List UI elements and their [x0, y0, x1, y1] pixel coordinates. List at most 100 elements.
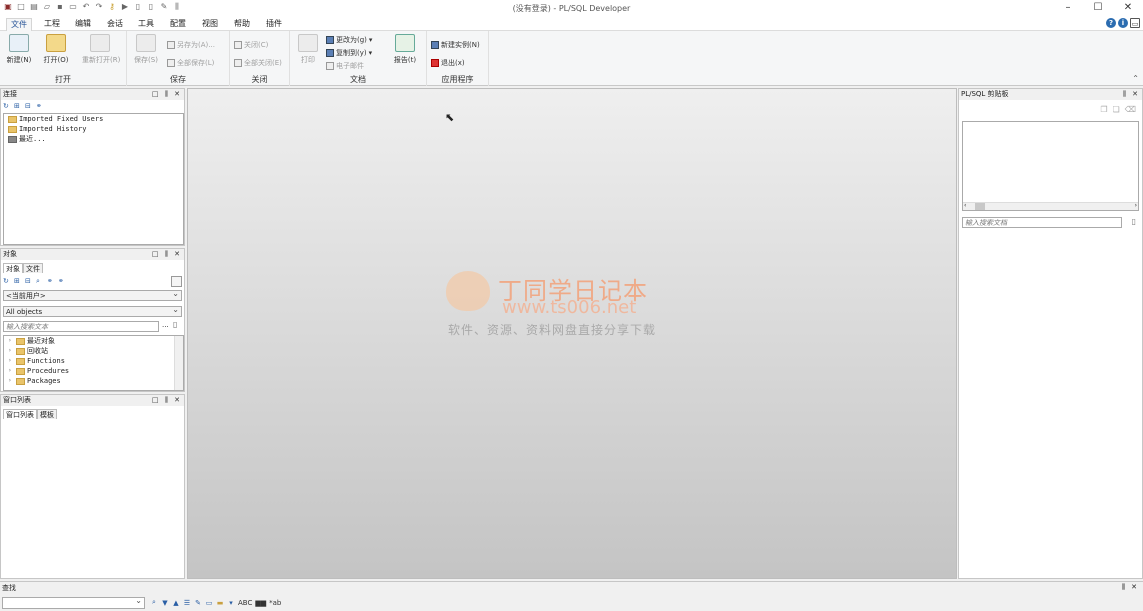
find-input[interactable] [2, 596, 145, 609]
dropdown-arrow-icon: ▾ [368, 36, 373, 44]
regex-icon[interactable]: *ab [269, 599, 281, 607]
clipboard-list[interactable]: ‹ › [962, 121, 1139, 211]
new-button[interactable]: 新建(N) [4, 34, 34, 65]
copy-icon[interactable]: ❐ [1100, 105, 1107, 114]
clipboard-hscrollbar[interactable]: ‹ › [963, 202, 1138, 210]
maximize-button[interactable]: ☐ [1083, 0, 1113, 16]
binoculars-icon[interactable]: ⌕ [150, 598, 158, 607]
clear-icon[interactable]: ⌫ [1125, 105, 1136, 114]
panel-controls[interactable]: □ ⫼ ✕ [152, 395, 182, 406]
object-search-input[interactable]: 输入搜索文本 [3, 321, 159, 332]
objects-scrollbar[interactable] [174, 336, 183, 390]
tab-view[interactable]: 视图 [198, 18, 222, 31]
tab-tools[interactable]: 工具 [134, 18, 158, 31]
collapse-icon[interactable]: ⊟ [25, 102, 33, 110]
expand-icon[interactable]: ⊞ [14, 102, 22, 110]
filter-checkbox[interactable] [171, 276, 182, 287]
window-controls: – ☐ ✕ [1053, 0, 1143, 16]
refresh-icon[interactable]: ↻ [3, 102, 11, 110]
tab-configure[interactable]: 配置 [166, 18, 190, 31]
highlight-icon[interactable]: ✎ [194, 599, 202, 607]
refresh-icon[interactable]: ↻ [3, 277, 11, 285]
tab-files[interactable]: 文件 [23, 263, 43, 273]
exit-button[interactable]: 退出(x) [431, 58, 465, 68]
ribbon-tabs: 文件 工程 编辑 会话 工具 配置 视图 帮助 插件 ? i ▭ [0, 16, 1143, 31]
tab-project[interactable]: 工程 [40, 18, 64, 31]
close-doc-button[interactable]: 关闭(C) [234, 40, 268, 50]
panel-controls[interactable]: □ ⫼ ✕ [152, 89, 182, 100]
window-icon[interactable]: ▭ [205, 599, 213, 607]
folder-icon [16, 377, 25, 385]
minimize-button[interactable]: – [1053, 0, 1083, 16]
collapse-icon[interactable]: ⊟ [25, 277, 33, 285]
tree-item[interactable]: Imported Fixed Users [4, 114, 183, 124]
collapse-ribbon-icon[interactable]: ⌃ [1132, 74, 1139, 83]
scroll-left-icon[interactable]: ‹ [964, 202, 966, 209]
clipboard-search-input[interactable]: 输入搜索文档 [962, 217, 1122, 228]
reopen-button[interactable]: 重新打开(R) [82, 34, 120, 65]
open-button[interactable]: 打开(O) [41, 34, 71, 65]
tree-item[interactable]: › 回收站 [4, 346, 183, 356]
copy-to-icon [326, 49, 334, 57]
link-icon[interactable]: ⚭ [47, 277, 55, 285]
tree-item[interactable]: › Packages [4, 376, 183, 386]
find-icon[interactable]: ⌕ [36, 277, 44, 285]
objects-title: 对象 [3, 250, 17, 258]
connect-icon[interactable]: ⚭ [36, 102, 44, 110]
scroll-right-icon[interactable]: › [1135, 202, 1137, 209]
tree-item[interactable]: › 最近对象 [4, 336, 183, 346]
find-previous-icon[interactable]: ▲ [172, 599, 180, 607]
object-type-select[interactable]: All objects [3, 305, 182, 317]
tab-session[interactable]: 会话 [103, 18, 127, 31]
find-next-icon[interactable]: ▼ [161, 599, 169, 607]
mouse-cursor-icon: ⬉ [445, 111, 455, 124]
connections-tree: Imported Fixed Users Imported History 最近… [3, 113, 184, 245]
panel-controls[interactable]: ⫼ ✕ [1122, 583, 1139, 592]
folder-icon[interactable]: ▬ [216, 599, 224, 607]
window-list-subtabs: 窗口列表 模板 [3, 409, 57, 419]
tab-objects[interactable]: 对象 [3, 263, 23, 273]
more-button[interactable]: ... [162, 321, 169, 329]
paste-icon[interactable]: ❏ [1113, 105, 1120, 114]
connections-toolbar: ↻ ⊞ ⊟ ⚭ [3, 102, 44, 110]
print-button[interactable]: 打印 [293, 34, 323, 65]
panel-controls[interactable]: □ ⫼ ✕ [152, 249, 182, 260]
tab-plugins[interactable]: 插件 [262, 18, 286, 31]
list-icon[interactable]: ☰ [183, 599, 191, 607]
restore-ribbon-icon[interactable]: ▭ [1130, 18, 1140, 28]
save-all-button[interactable]: 全部保存(L) [167, 58, 214, 68]
email-button[interactable]: 电子邮件 [326, 61, 364, 71]
close-all-button[interactable]: 全部关闭(E) [234, 58, 282, 68]
new-doc-icon[interactable]: ▯ [1132, 217, 1136, 226]
tab-templates[interactable]: 模板 [37, 409, 57, 419]
folder-icon [16, 367, 25, 375]
link2-icon[interactable]: ⚭ [58, 277, 66, 285]
expand-icon[interactable]: ⊞ [14, 277, 22, 285]
panel-controls[interactable]: ⫼ ✕ [1123, 89, 1140, 100]
dropdown-arrow-icon[interactable]: ▾ [227, 599, 235, 607]
close-button[interactable]: ✕ [1113, 0, 1143, 16]
main-workspace[interactable]: 丁同学日记本 www.ts006.net 软件、资源、资料网盘直接分享下载 ⬉ [187, 88, 957, 579]
tab-edit[interactable]: 编辑 [71, 18, 95, 31]
tab-file[interactable]: 文件 [6, 18, 32, 31]
new-instance-button[interactable]: 新建实例(N) [431, 40, 480, 50]
tab-window-list[interactable]: 窗口列表 [3, 409, 37, 419]
change-to-button[interactable]: 更改为(g) ▾ [326, 35, 372, 45]
tree-item[interactable]: › Procedures [4, 366, 183, 376]
tree-item[interactable]: 最近... [4, 134, 183, 144]
user-select[interactable]: <当前用户> [3, 289, 182, 301]
tree-item[interactable]: › Functions [4, 356, 183, 366]
save-as-button[interactable]: 另存为(A)... [167, 40, 215, 50]
whole-word-icon[interactable]: ▆▆ [255, 599, 266, 607]
scroll-thumb[interactable] [975, 203, 985, 210]
info-icon[interactable]: i [1118, 18, 1128, 28]
new-filter-icon[interactable]: ▯ [173, 320, 177, 329]
save-button[interactable]: 保存(S) [131, 34, 161, 65]
copy-to-button[interactable]: 复制到(y) ▾ [326, 48, 372, 58]
report-button[interactable]: 报告(t) [390, 34, 420, 65]
match-case-icon[interactable]: ABC [238, 599, 252, 607]
expand-arrow-icon: › [8, 357, 12, 364]
tree-item[interactable]: Imported History [4, 124, 183, 134]
help-icon[interactable]: ? [1106, 18, 1116, 28]
tab-help[interactable]: 帮助 [230, 18, 254, 31]
